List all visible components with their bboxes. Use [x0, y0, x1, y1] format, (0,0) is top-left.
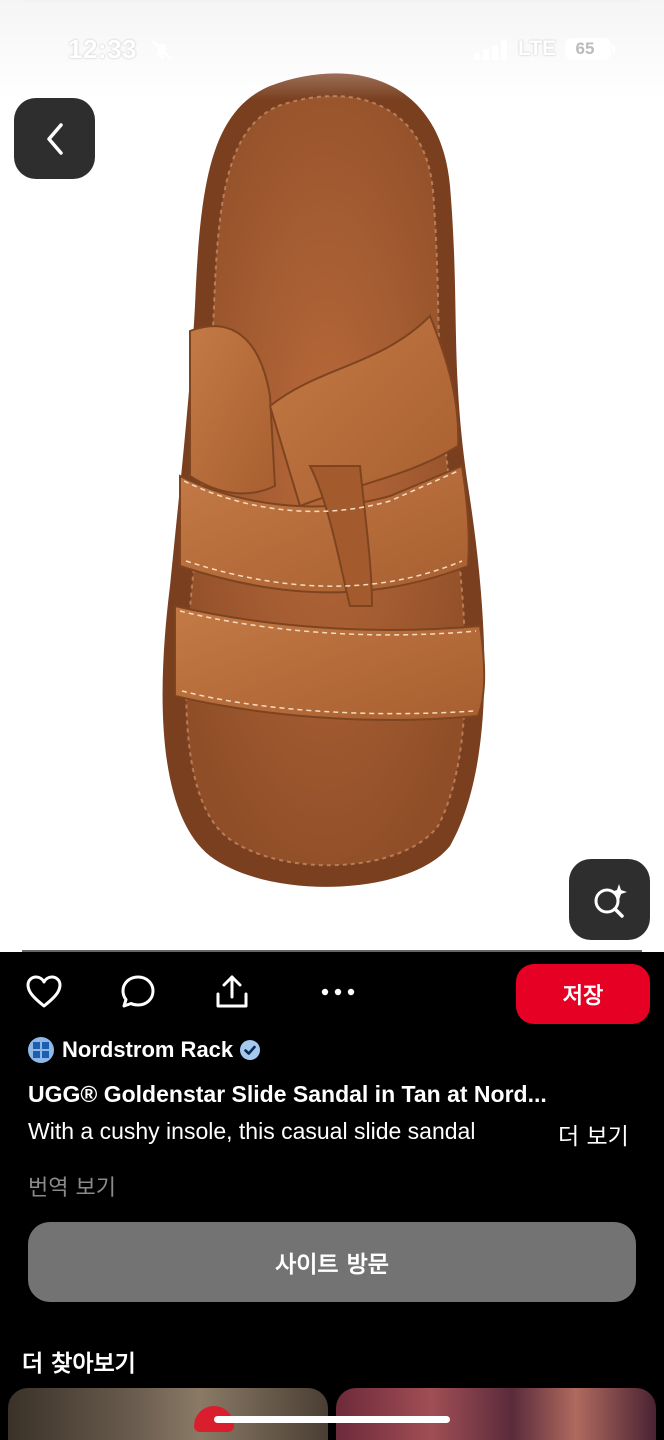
- related-pin-thumbnail[interactable]: [336, 1388, 656, 1440]
- battery-level: 65: [575, 39, 595, 58]
- pin-source[interactable]: Nordstrom Rack: [28, 1036, 261, 1064]
- more-to-explore-heading: 더 찾아보기: [22, 1351, 136, 1377]
- back-chevron-icon: [46, 122, 63, 155]
- comment-button[interactable]: [118, 972, 158, 1012]
- status-time: 12:33: [68, 34, 137, 64]
- more-options-button[interactable]: [318, 972, 358, 1012]
- battery-nub: [612, 45, 615, 53]
- like-button[interactable]: [24, 972, 64, 1012]
- related-pin-thumbnail[interactable]: [8, 1388, 328, 1440]
- source-name[interactable]: Nordstrom Rack: [62, 1037, 233, 1063]
- image-bottom-border: [22, 950, 642, 952]
- translate-link[interactable]: 번역 보기: [28, 1170, 116, 1202]
- pin-description: With a cushy insole, this casual slide s…: [28, 1118, 476, 1144]
- more-icon: [321, 988, 355, 996]
- share-icon: [216, 975, 248, 1008]
- visit-site-button[interactable]: 사이트 방문: [28, 1222, 636, 1302]
- heart-icon: [26, 975, 62, 1008]
- show-more-link[interactable]: 더 보기: [558, 1117, 629, 1151]
- source-logo-icon: [33, 1042, 49, 1058]
- share-button[interactable]: [212, 972, 252, 1012]
- sandal-illustration: [162, 73, 486, 887]
- save-button[interactable]: 저장: [516, 964, 650, 1024]
- product-image[interactable]: [0, 0, 664, 952]
- comment-icon: [121, 975, 155, 1008]
- network-type: LTE: [518, 37, 557, 60]
- visual-search-icon: [594, 883, 627, 918]
- battery-icon: 65: [565, 38, 611, 60]
- visual-search-button[interactable]: [569, 859, 650, 940]
- status-bar: 12:33 LTE 65: [0, 0, 664, 100]
- verified-icon: [240, 1040, 261, 1060]
- signal-icon: [474, 40, 507, 60]
- bell-off-icon: [152, 40, 172, 60]
- back-button[interactable]: [14, 98, 95, 179]
- pin-title: UGG® Goldenstar Slide Sandal in Tan at N…: [28, 1081, 547, 1107]
- source-logo: [28, 1037, 54, 1063]
- home-indicator[interactable]: [214, 1416, 450, 1423]
